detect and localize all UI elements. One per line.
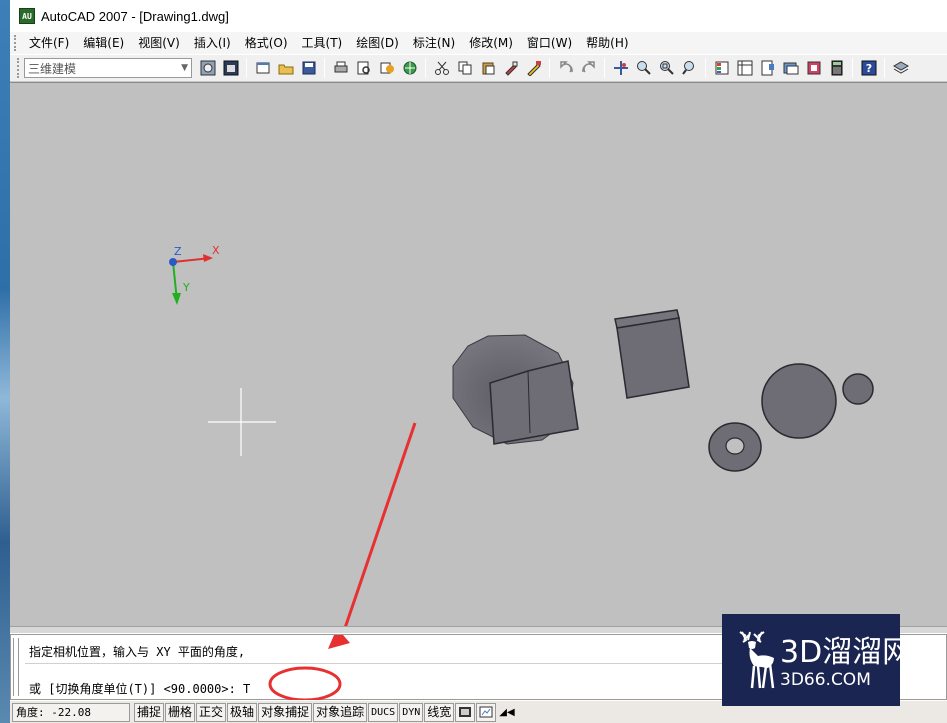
menu-tools[interactable]: 工具(T) (295, 32, 350, 54)
annotation-arrow-head (328, 635, 350, 649)
paste-icon[interactable] (477, 58, 498, 79)
svg-text:?: ? (865, 62, 871, 75)
status-osnap-button[interactable]: 对象捕捉 (258, 702, 313, 722)
properties-icon[interactable] (711, 58, 732, 79)
title-bar[interactable]: AU AutoCAD 2007 - [Drawing1.dwg] (10, 0, 947, 32)
toolbar-separator (604, 58, 605, 78)
toolbar-grip[interactable] (17, 58, 21, 78)
calculator-icon[interactable] (826, 58, 847, 79)
ucs-y-arrow (172, 293, 181, 305)
menu-view[interactable]: 视图(V) (131, 32, 187, 54)
crosshair-cursor (208, 388, 276, 456)
status-polar-button[interactable]: 极轴 (227, 702, 258, 722)
copy-icon[interactable] (454, 58, 475, 79)
command-divider (25, 663, 725, 664)
status-snap-button[interactable]: 捕捉 (134, 702, 165, 722)
model-space-icon[interactable] (455, 702, 476, 722)
undo-icon[interactable] (555, 58, 576, 79)
menu-modify[interactable]: 修改(M) (462, 32, 520, 54)
my-workspace-icon[interactable] (220, 58, 241, 79)
new-file-icon[interactable] (252, 58, 273, 79)
watermark-logo: 3D溜溜网 3D66.COM (722, 614, 900, 706)
standard-toolbar: 三维建模 ▼ ? (10, 54, 947, 82)
menu-help[interactable]: 帮助(H) (579, 32, 635, 54)
markup-icon[interactable] (803, 58, 824, 79)
command-history-line: 指定相机位置，输入与 XY 平面的角度, (29, 645, 246, 659)
workspace-value: 三维建模 (28, 61, 77, 76)
menu-format[interactable]: 格式(O) (238, 32, 295, 54)
tool-palettes-icon[interactable] (757, 58, 778, 79)
annotation-arrow (343, 422, 417, 627)
menu-file[interactable]: 文件(F) (22, 32, 76, 54)
model-space-canvas[interactable]: X Y Z (10, 83, 947, 627)
menu-bar: 文件(F) 编辑(E) 视图(V) 插入(I) 格式(O) 工具(T) 绘图(D… (10, 32, 947, 54)
deer-icon (739, 631, 775, 689)
ucs-z-origin (169, 258, 177, 266)
menu-edit[interactable]: 编辑(E) (76, 32, 131, 54)
layers-icon[interactable] (890, 58, 911, 79)
toolbar-separator (324, 58, 325, 78)
zoom-window-icon[interactable] (656, 58, 677, 79)
menu-insert[interactable]: 插入(I) (187, 32, 238, 54)
status-lineweight-button[interactable]: 线宽 (424, 702, 455, 722)
small-sphere-solid[interactable] (842, 373, 874, 405)
redo-icon[interactable] (578, 58, 599, 79)
coordinate-readout[interactable]: 角度: -22.08 (12, 702, 130, 722)
status-scroll-arrows-icon[interactable]: ◢◀ (499, 707, 514, 718)
plot-icon[interactable] (330, 58, 351, 79)
design-center-icon[interactable] (734, 58, 755, 79)
toolbar-separator (705, 58, 706, 78)
block-editor-icon[interactable] (523, 58, 544, 79)
help-icon[interactable]: ? (858, 58, 879, 79)
3d-dwf-icon[interactable] (399, 58, 420, 79)
workspace-dropdown[interactable]: 三维建模 ▼ (24, 58, 192, 78)
save-icon[interactable] (298, 58, 319, 79)
coord-value: -22.08 (51, 705, 91, 719)
zoom-previous-icon[interactable] (679, 58, 700, 79)
watermark-brand: 3D溜溜网 (780, 635, 900, 670)
toolbar-separator (425, 58, 426, 78)
annotation-circle (268, 666, 342, 701)
command-window-grip[interactable] (13, 638, 19, 696)
toolbar-separator (246, 58, 247, 78)
menu-draw[interactable]: 绘图(D) (349, 32, 406, 54)
menu-dimension[interactable]: 标注(N) (406, 32, 462, 54)
menu-grip[interactable] (14, 35, 18, 51)
status-ortho-button[interactable]: 正交 (196, 702, 227, 722)
zoom-realtime-icon[interactable] (633, 58, 654, 79)
window-title: AutoCAD 2007 - [Drawing1.dwg] (41, 8, 229, 24)
ucs-z-label: Z (174, 245, 182, 258)
chevron-down-icon[interactable]: ▼ (181, 63, 188, 73)
match-properties-icon[interactable] (500, 58, 521, 79)
autocad-app-icon[interactable]: AU (19, 8, 35, 24)
toolbar-separator (549, 58, 550, 78)
sheet-set-icon[interactable] (780, 58, 801, 79)
sphere-solid[interactable] (761, 363, 837, 439)
status-dyn-button[interactable]: DYN (399, 702, 424, 722)
workspace-settings-icon[interactable] (197, 58, 218, 79)
status-ducs-button[interactable]: DUCS (368, 702, 399, 722)
box-solid[interactable] (614, 309, 690, 399)
pan-icon[interactable] (610, 58, 631, 79)
status-grid-button[interactable]: 栅格 (165, 702, 196, 722)
open-file-icon[interactable] (275, 58, 296, 79)
status-otrack-button[interactable]: 对象追踪 (313, 702, 368, 722)
coord-label: 角度: (16, 705, 45, 719)
command-prompt-line[interactable]: 或 [切换角度单位(T)] <90.0000>: T (29, 680, 250, 697)
ucs-x-label: X (212, 244, 220, 257)
desktop-background (0, 0, 10, 723)
toolbar-separator (852, 58, 853, 78)
menu-window[interactable]: 窗口(W) (520, 32, 579, 54)
ucs-y-label: Y (182, 281, 190, 294)
cut-icon[interactable] (431, 58, 452, 79)
plot-preview-icon[interactable] (353, 58, 374, 79)
ucs-icon: X Y Z (169, 244, 220, 305)
watermark-url: 3D66.COM (780, 670, 871, 690)
drawing-viewport[interactable]: X Y Z (10, 82, 947, 627)
torus-solid[interactable] (708, 422, 762, 472)
layout-space-icon[interactable] (476, 702, 497, 722)
publish-icon[interactable] (376, 58, 397, 79)
toolbar-separator (884, 58, 885, 78)
